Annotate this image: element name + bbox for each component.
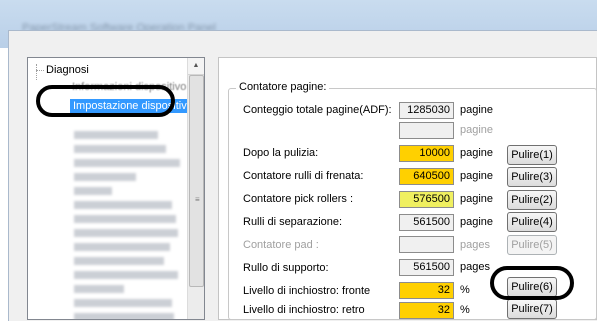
counter-unit: pagine [460, 193, 494, 205]
counter-value: 32 [399, 282, 454, 299]
row-label: Rulli di separazione: [243, 216, 343, 228]
tree-item-diagnosi[interactable]: Diagnosi [46, 64, 89, 76]
reset-button-7[interactable]: Pulire(7) [507, 299, 557, 319]
reset-button-1[interactable]: Pulire(1) [507, 145, 557, 165]
tree-child-item[interactable] [74, 201, 172, 209]
row-label: Contatore rulli di frenata: [243, 170, 364, 182]
highlight-oval [36, 85, 175, 117]
reset-button-2[interactable]: Pulire(2) [507, 190, 557, 210]
tree-child-item[interactable] [74, 145, 166, 153]
tree-connector [36, 70, 44, 71]
counter-unit: pagine [460, 147, 494, 159]
row-label: Livello di inchiostro: retro [243, 304, 365, 316]
tree-child-item[interactable] [74, 173, 136, 181]
tree-connector [36, 64, 37, 80]
tree-child-item[interactable] [74, 257, 164, 265]
tree-child-item[interactable] [74, 243, 170, 251]
tree-child-item[interactable] [74, 229, 178, 237]
counter-value: 576500 [399, 191, 454, 208]
row-label: Dopo la pulizia: [243, 147, 319, 159]
tree-child-item[interactable] [74, 159, 180, 167]
row-label: Conteggio totale pagine(ADF): [243, 104, 392, 116]
row-label: Livello di inchiostro: fronte [243, 285, 371, 297]
counter-value: 561500 [399, 259, 454, 276]
tree-child-item[interactable] [74, 187, 112, 195]
counter-unit: % [460, 284, 470, 296]
reset-button-5[interactable]: Pulire(5) [507, 235, 557, 255]
reset-button-4[interactable]: Pulire(4) [507, 212, 557, 232]
row-label: Rullo di supporto: [243, 262, 329, 274]
counter-value: 10000 [399, 145, 454, 162]
counter-value: 1285030 [399, 102, 454, 119]
group-title: Contatore pagine: [236, 81, 330, 93]
counter-value: 32 [399, 302, 454, 319]
tree-scrollbar[interactable]: ▲ ≡ [187, 58, 204, 319]
counter-value [399, 122, 454, 139]
scroll-up-arrow-icon[interactable]: ▲ [188, 58, 204, 75]
tree-child-item[interactable] [74, 313, 174, 319]
counter-unit: pages [460, 261, 490, 273]
grip-icon: ≡ [195, 195, 200, 204]
row-label: Contatore pad : [243, 239, 319, 251]
counter-unit: pagine [460, 104, 494, 116]
tree-child-item[interactable] [74, 285, 124, 293]
counter-unit: % [460, 304, 470, 316]
counter-unit: pagine [460, 170, 494, 182]
counter-unit: pagine [460, 216, 494, 228]
row-label: Contatore pick rollers : [243, 193, 354, 205]
tree-child-item[interactable] [74, 131, 158, 139]
counter-unit: pagine [460, 124, 494, 136]
counter-value [399, 236, 454, 253]
counter-value: 561500 [399, 214, 454, 231]
counter-unit: pages [460, 239, 490, 251]
scroll-thumb[interactable]: ≡ [189, 75, 204, 287]
reset-button-3[interactable]: Pulire(3) [507, 167, 557, 187]
highlight-oval [490, 266, 574, 300]
counter-value: 640500 [399, 168, 454, 185]
tree-child-item[interactable] [74, 299, 172, 307]
tree-child-item[interactable] [74, 215, 176, 223]
tree-child-item[interactable] [74, 271, 178, 279]
